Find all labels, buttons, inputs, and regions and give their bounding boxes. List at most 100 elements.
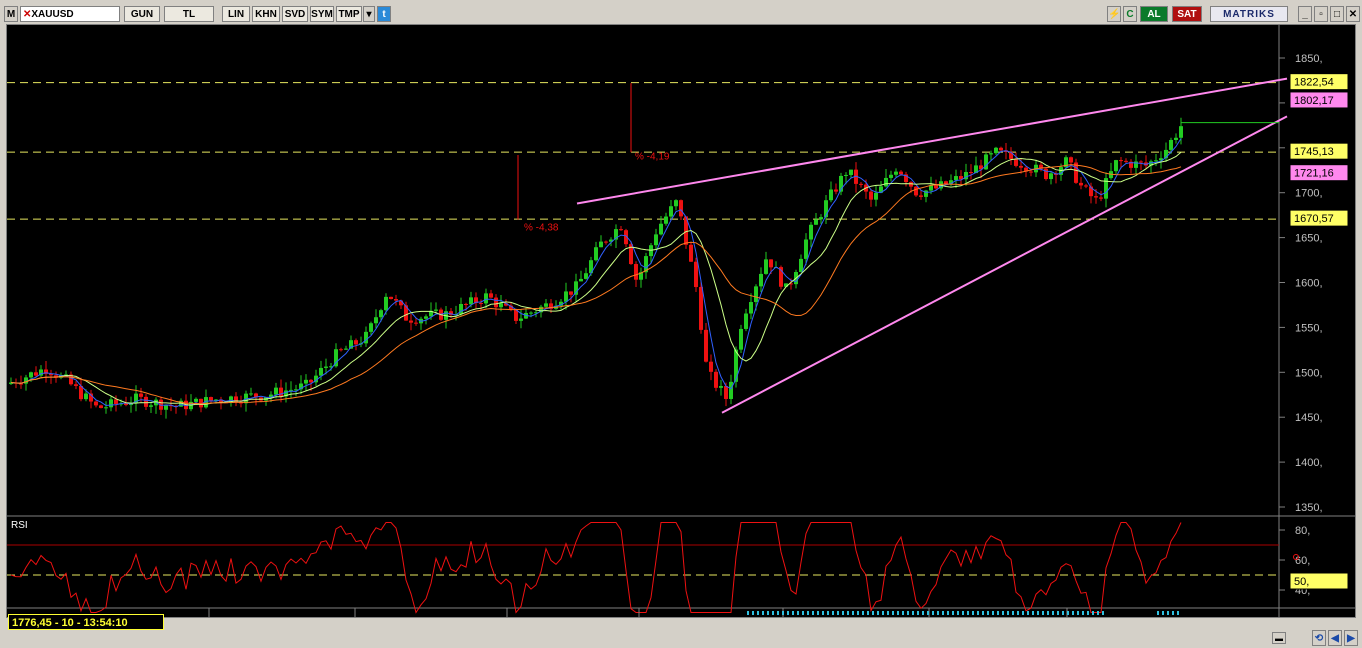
volume-marker [1167, 611, 1169, 615]
rsi-tick-label: 80, [1295, 525, 1310, 537]
candle-body [1119, 160, 1123, 162]
candle-body [689, 244, 693, 262]
candle-body [989, 153, 993, 155]
volume-marker [1082, 611, 1084, 615]
volume-marker [852, 611, 854, 615]
volume-marker [1162, 611, 1164, 615]
volume-marker [972, 611, 974, 615]
svd-button[interactable]: SVD [282, 6, 308, 22]
volume-marker [1052, 611, 1054, 615]
refresh-icon[interactable]: C [1123, 6, 1137, 22]
candle-body [704, 329, 708, 362]
sell-button[interactable]: SAT [1172, 6, 1202, 22]
candle-body [74, 384, 78, 386]
candle-body [209, 397, 213, 401]
linear-button[interactable]: LIN [222, 6, 250, 22]
bottom-bar: ▬ ⟲ ◀ ▶ [0, 630, 1362, 648]
volume-marker [1087, 611, 1089, 615]
candle-body [279, 387, 283, 397]
sym-button[interactable]: SYM [310, 6, 334, 22]
flash-icon[interactable]: ⚡ [1107, 6, 1121, 22]
candle-body [99, 405, 103, 408]
volume-marker [1157, 611, 1159, 615]
price-tick-label: 1700, [1295, 188, 1323, 200]
volume-marker [947, 611, 949, 615]
candle-body [599, 241, 603, 248]
volume-marker [957, 611, 959, 615]
candle-body [724, 386, 728, 399]
price-chart[interactable]: 1850,1800,1750,1700,1650,1600,1550,1500,… [7, 25, 1355, 631]
candle-body [899, 171, 903, 175]
candle-body [1069, 157, 1073, 163]
candle-body [759, 273, 763, 287]
volume-marker [1042, 611, 1044, 615]
candle-body [389, 296, 393, 299]
level-badge-label: 1802,17 [1294, 95, 1334, 107]
ma-mid-line [10, 151, 1182, 406]
twitter-icon[interactable]: t [377, 6, 391, 22]
volume-marker [1067, 611, 1069, 615]
currency-button[interactable]: TL [164, 6, 214, 22]
candle-body [814, 219, 818, 225]
candle-body [469, 297, 473, 305]
volume-marker [1007, 611, 1009, 615]
volume-marker [777, 611, 779, 615]
dropdown-icon[interactable]: ▾ [363, 6, 375, 22]
volume-marker [1062, 611, 1064, 615]
window-close-icon[interactable]: ✕ [1346, 6, 1360, 22]
lower-trendline [721, 115, 1288, 414]
menu-icon[interactable]: M [4, 6, 18, 22]
scroll-icon[interactable]: ▬ [1272, 632, 1286, 644]
candle-body [399, 300, 403, 306]
candle-body [654, 234, 658, 246]
candle-body [104, 407, 108, 409]
candle-body [969, 172, 973, 174]
candle-body [604, 241, 608, 243]
volume-marker [747, 611, 749, 615]
scroll-left-icon[interactable]: ◀ [1328, 630, 1342, 646]
template-button[interactable]: TMP [336, 6, 362, 22]
candle-body [594, 247, 598, 261]
volume-marker [962, 611, 964, 615]
restore-icon[interactable]: ▫ [1314, 6, 1328, 22]
volume-marker [827, 611, 829, 615]
candle-body [829, 189, 833, 201]
volume-marker [782, 611, 784, 615]
volume-marker [892, 611, 894, 615]
candle-body [804, 239, 808, 259]
candle-body [139, 393, 143, 397]
volume-marker [812, 611, 814, 615]
volume-marker [937, 611, 939, 615]
maximize-icon[interactable]: □ [1330, 6, 1344, 22]
candle-body [149, 405, 153, 407]
scroll-right-icon[interactable]: ▶ [1344, 630, 1358, 646]
candle-button[interactable]: KHN [252, 6, 280, 22]
candle-body [754, 286, 758, 303]
candle-body [94, 401, 98, 406]
candle-body [84, 393, 88, 400]
chart-area[interactable]: 1850,1800,1750,1700,1650,1600,1550,1500,… [6, 24, 1356, 631]
volume-marker [757, 611, 759, 615]
period-button[interactable]: GUN [124, 6, 160, 22]
volume-marker [797, 611, 799, 615]
symbol-input[interactable]: ✕XAUUSD [20, 6, 120, 22]
volume-marker [807, 611, 809, 615]
volume-marker [907, 611, 909, 615]
candle-body [1014, 158, 1018, 166]
rsi-tick-label: 60, [1295, 555, 1310, 567]
candle-body [749, 302, 753, 314]
volume-marker [987, 611, 989, 615]
buy-button[interactable]: AL [1140, 6, 1168, 22]
minimize-icon[interactable]: _ [1298, 6, 1312, 22]
candle-body [414, 322, 418, 324]
candle-body [564, 291, 568, 302]
candle-body [954, 176, 958, 181]
volume-marker [872, 611, 874, 615]
candle-body [1079, 182, 1083, 186]
price-readout: 1776,45 - 10 - 13:54:10 [8, 614, 164, 630]
volume-marker [862, 611, 864, 615]
sync-icon[interactable]: ⟲ [1312, 630, 1326, 646]
volume-marker [897, 611, 899, 615]
candle-body [114, 399, 118, 405]
volume-marker [857, 611, 859, 615]
